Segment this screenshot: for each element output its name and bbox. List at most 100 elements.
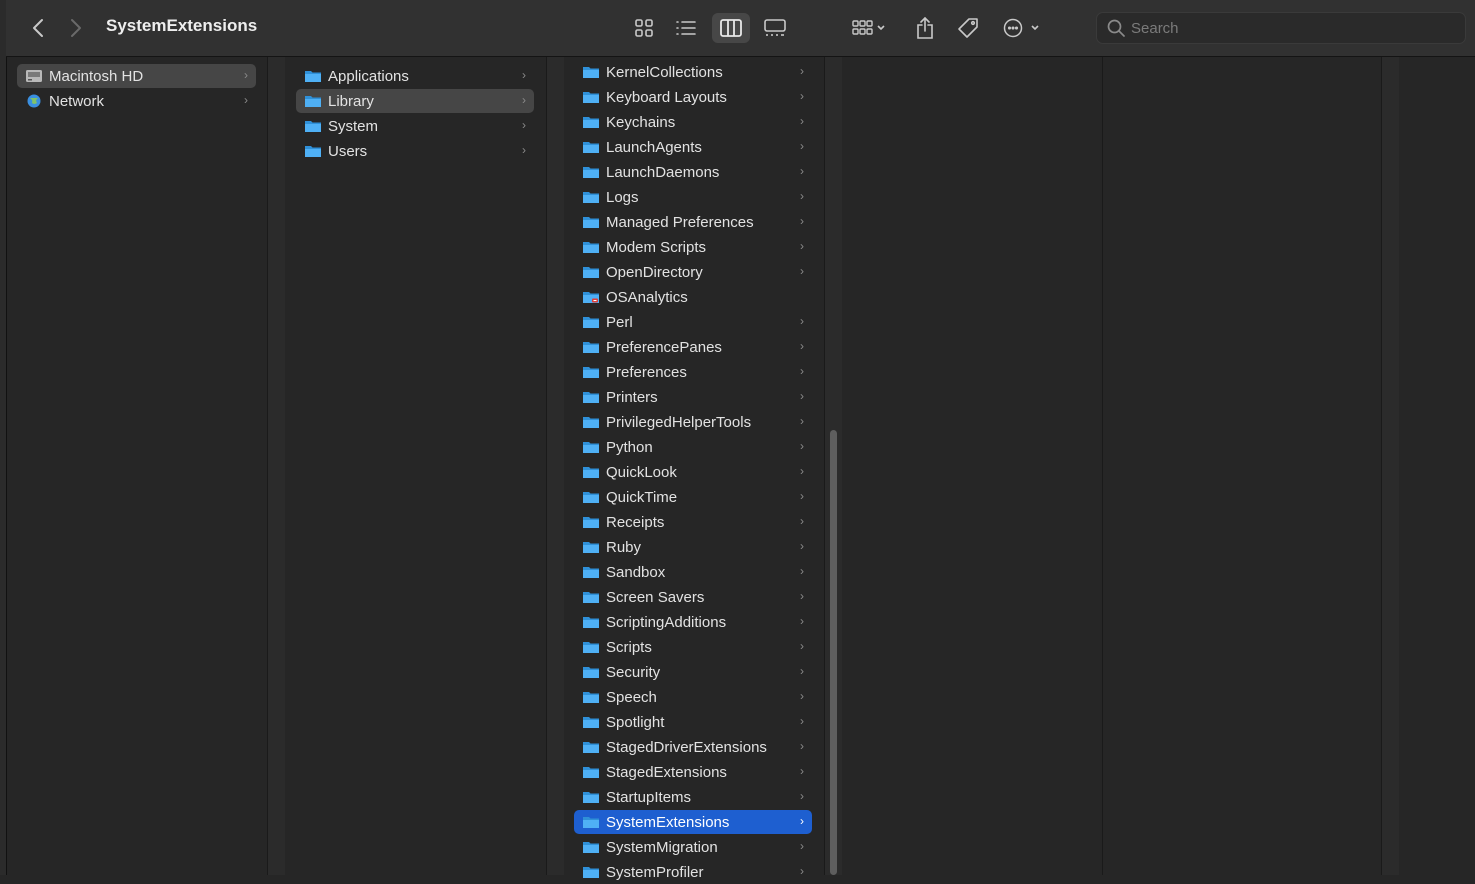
folder-row-preferencepanes[interactable]: PreferencePanes › — [574, 335, 812, 359]
item-label: ScriptingAdditions — [606, 613, 727, 631]
folder-row-startupitems[interactable]: StartupItems › — [574, 785, 812, 809]
folder-row-quicklook[interactable]: QuickLook › — [574, 460, 812, 484]
column-divider[interactable] — [1381, 57, 1400, 875]
folder-row-scripts[interactable]: Scripts › — [574, 635, 812, 659]
folder-row-stageddriverextensions[interactable]: StagedDriverExtensions › — [574, 735, 812, 759]
folder-row-systemprofiler[interactable]: SystemProfiler › — [574, 860, 812, 884]
forward-button[interactable] — [64, 14, 88, 42]
folder-row-security[interactable]: Security › — [574, 660, 812, 684]
folder-row-preferences[interactable]: Preferences › — [574, 360, 812, 384]
back-button[interactable] — [26, 14, 50, 42]
column-divider[interactable] — [1102, 57, 1120, 875]
devices-column[interactable] — [7, 57, 267, 875]
item-label: KernelCollections — [606, 63, 723, 81]
chevron-right-icon: › — [800, 489, 804, 503]
share-button[interactable] — [910, 12, 940, 44]
item-label: Spotlight — [606, 713, 665, 731]
folder-icon — [583, 442, 599, 453]
folder-row-screen-savers[interactable]: Screen Savers › — [574, 585, 812, 609]
item-label: QuickLook — [606, 463, 677, 481]
folder-row-system[interactable]: System › — [296, 114, 534, 138]
sidebar-item-network[interactable]: Network › — [17, 89, 256, 113]
forward-icon — [71, 19, 81, 37]
chevron-right-icon: › — [800, 264, 804, 278]
root-column[interactable] — [285, 57, 546, 875]
folder-row-systemmigration[interactable]: SystemMigration › — [574, 835, 812, 859]
item-label: Keychains — [606, 113, 676, 131]
folder-row-managed-preferences[interactable]: Managed Preferences › — [574, 210, 812, 234]
folder-row-keyboard-layouts[interactable]: Keyboard Layouts › — [574, 85, 812, 109]
folder-row-ruby[interactable]: Ruby › — [574, 535, 812, 559]
folder-row-perl[interactable]: Perl › — [574, 310, 812, 334]
chevron-right-icon: › — [800, 139, 804, 153]
chevron-right-icon: › — [800, 64, 804, 78]
folder-row-receipts[interactable]: Receipts › — [574, 510, 812, 534]
group-button[interactable] — [846, 13, 892, 43]
item-label: System — [328, 117, 379, 135]
folder-row-library[interactable]: Library › — [296, 89, 534, 113]
folder-row-quicktime[interactable]: QuickTime › — [574, 485, 812, 509]
item-label: QuickTime — [606, 488, 678, 506]
folder-row-opendirectory[interactable]: OpenDirectory › — [574, 260, 812, 284]
folder-row-stagedextensions[interactable]: StagedExtensions › — [574, 760, 812, 784]
folder-row-kernelcollections[interactable]: KernelCollections › — [574, 60, 812, 84]
network-globe-icon — [27, 94, 41, 108]
chevron-right-icon: › — [800, 439, 804, 453]
tag-icon — [958, 18, 978, 38]
more-button[interactable] — [1000, 13, 1046, 43]
search-field[interactable]: Search — [1096, 12, 1466, 44]
gallery-view-button[interactable] — [756, 13, 794, 43]
folder-row-scriptingadditions[interactable]: ScriptingAdditions › — [574, 610, 812, 634]
folder-row-osanalytics[interactable]: OSAnalytics — [574, 285, 812, 309]
folder-row-speech[interactable]: Speech › — [574, 685, 812, 709]
chevron-right-icon: › — [800, 214, 804, 228]
folder-icon — [305, 96, 321, 107]
tag-button[interactable] — [952, 12, 984, 44]
item-label: Ruby — [606, 538, 642, 556]
column-divider[interactable] — [546, 57, 565, 875]
folder-row-privilegedhelpertools[interactable]: PrivilegedHelperTools › — [574, 410, 812, 434]
library-scrollbar[interactable] — [830, 430, 837, 875]
item-label: StartupItems — [606, 788, 692, 806]
icon-view-button[interactable] — [625, 13, 663, 43]
folder-row-modem-scripts[interactable]: Modem Scripts › — [574, 235, 812, 259]
folder-icon — [583, 467, 599, 478]
chevron-right-icon: › — [800, 189, 804, 203]
folder-row-sandbox[interactable]: Sandbox › — [574, 560, 812, 584]
folder-row-launchdaemons[interactable]: LaunchDaemons › — [574, 160, 812, 184]
empty-column[interactable] — [1399, 57, 1475, 875]
chevron-right-icon: › — [800, 739, 804, 753]
folder-row-launchagents[interactable]: LaunchAgents › — [574, 135, 812, 159]
folder-row-systemextensions[interactable]: SystemExtensions › — [574, 810, 812, 834]
folder-row-spotlight[interactable]: Spotlight › — [574, 710, 812, 734]
list-view-button[interactable] — [667, 13, 705, 43]
empty-column[interactable] — [1120, 57, 1380, 875]
folder-icon — [583, 542, 599, 553]
sidebar-item-macintosh-hd[interactable]: Macintosh HD › — [17, 64, 256, 88]
folder-icon — [583, 517, 599, 528]
folder-row-python[interactable]: Python › — [574, 435, 812, 459]
folder-icon — [583, 117, 599, 128]
folder-row-logs[interactable]: Logs › — [574, 185, 812, 209]
folder-icon — [583, 742, 599, 753]
column-view-button[interactable] — [712, 13, 750, 43]
chevron-right-icon: › — [800, 464, 804, 478]
column-divider[interactable] — [267, 57, 286, 875]
item-label: OpenDirectory — [606, 263, 703, 281]
folder-icon — [583, 867, 599, 878]
folder-row-applications[interactable]: Applications › — [296, 64, 534, 88]
item-label: Applications — [328, 67, 409, 85]
empty-column[interactable] — [842, 57, 1102, 875]
folder-row-printers[interactable]: Printers › — [574, 385, 812, 409]
chevron-right-icon: › — [800, 664, 804, 678]
folder-row-keychains[interactable]: Keychains › — [574, 110, 812, 134]
item-label: Security — [606, 663, 661, 681]
chevron-right-icon: › — [800, 114, 804, 128]
item-label: LaunchDaemons — [606, 163, 720, 181]
window-edge — [0, 0, 7, 875]
folder-row-users[interactable]: Users › — [296, 139, 534, 163]
chevron-right-icon: › — [800, 414, 804, 428]
folder-icon — [583, 267, 599, 278]
item-label: SystemMigration — [606, 838, 718, 856]
item-label: Users — [328, 142, 368, 160]
